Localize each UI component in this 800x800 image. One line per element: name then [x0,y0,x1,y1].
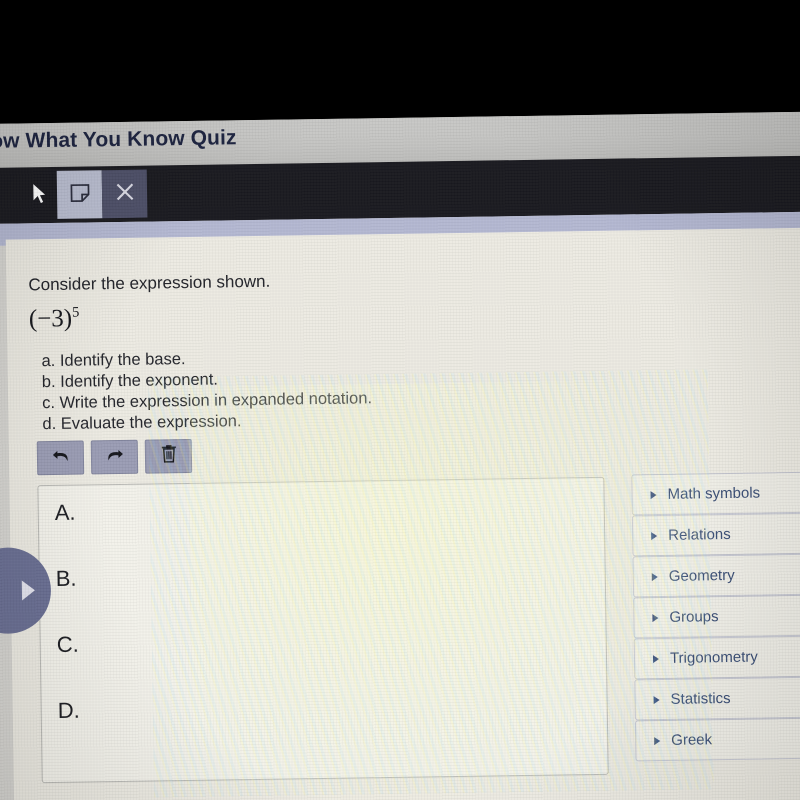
palette-item-statistics[interactable]: Statistics [634,676,800,721]
math-palette: Math symbols Relations Geometry Groups T [631,471,800,762]
undo-button[interactable] [36,440,85,476]
question-part: d. Evaluate the expression. [42,412,242,434]
palette-item-greek[interactable]: Greek [634,717,800,762]
palette-item-relations[interactable]: Relations [631,512,800,557]
cursor-arrow-icon [31,182,49,206]
palette-item-label: Math symbols [667,484,761,503]
chevron-right-icon [651,572,658,581]
close-button[interactable] [101,169,148,219]
quiz-content-page: Consider the expression shown. (−3)5 a. … [0,227,800,800]
question-expression: (−3)5 [29,305,80,334]
palette-item-label: Geometry [668,566,735,585]
palette-item-label: Statistics [670,689,731,708]
close-x-icon [113,180,135,207]
palette-item-label: Greek [671,731,713,749]
sticky-note-icon [68,181,90,208]
chevron-right-icon [654,736,661,745]
chevron-right-icon [651,531,658,540]
chevron-right-icon [652,654,660,663]
answer-row-label: B. [55,565,77,591]
palette-item-label: Relations [668,525,731,544]
monitor-screen-area: ow What You Know Quiz Consider the expre… [0,111,800,800]
answer-edit-toolbar [36,438,193,476]
chevron-right-icon [652,613,659,622]
palette-item-geometry[interactable]: Geometry [632,553,800,598]
chevron-right-icon [653,695,660,704]
page-title: ow What You Know Quiz [0,126,237,153]
palette-item-label: Trigonometry [669,648,758,667]
palette-item-math-symbols[interactable]: Math symbols [631,471,800,516]
answer-input-area[interactable]: A. B. C. D. [37,476,609,784]
sticky-note-button[interactable] [56,170,103,219]
answer-row-label: C. [56,631,79,657]
expression-exponent: 5 [71,304,80,321]
question-stem: Consider the expression shown. [28,271,271,295]
redo-button[interactable] [90,439,139,475]
trash-can-icon [160,444,176,468]
palette-item-groups[interactable]: Groups [633,594,800,639]
answer-row-label: A. [54,499,76,525]
palette-item-trigonometry[interactable]: Trigonometry [633,635,800,680]
answer-row-label: D. [57,697,80,723]
palette-item-label: Groups [669,608,719,626]
redo-arrow-icon [104,445,124,468]
screenshot-root: ow What You Know Quiz Consider the expre… [0,0,800,800]
undo-arrow-icon [50,446,70,469]
delete-button[interactable] [144,438,193,474]
chevron-right-icon [21,580,36,601]
expression-base: (−3) [28,305,73,333]
question-parts-list: a. Identify the base. b. Identify the ex… [41,346,372,435]
chevron-right-icon [650,490,657,499]
